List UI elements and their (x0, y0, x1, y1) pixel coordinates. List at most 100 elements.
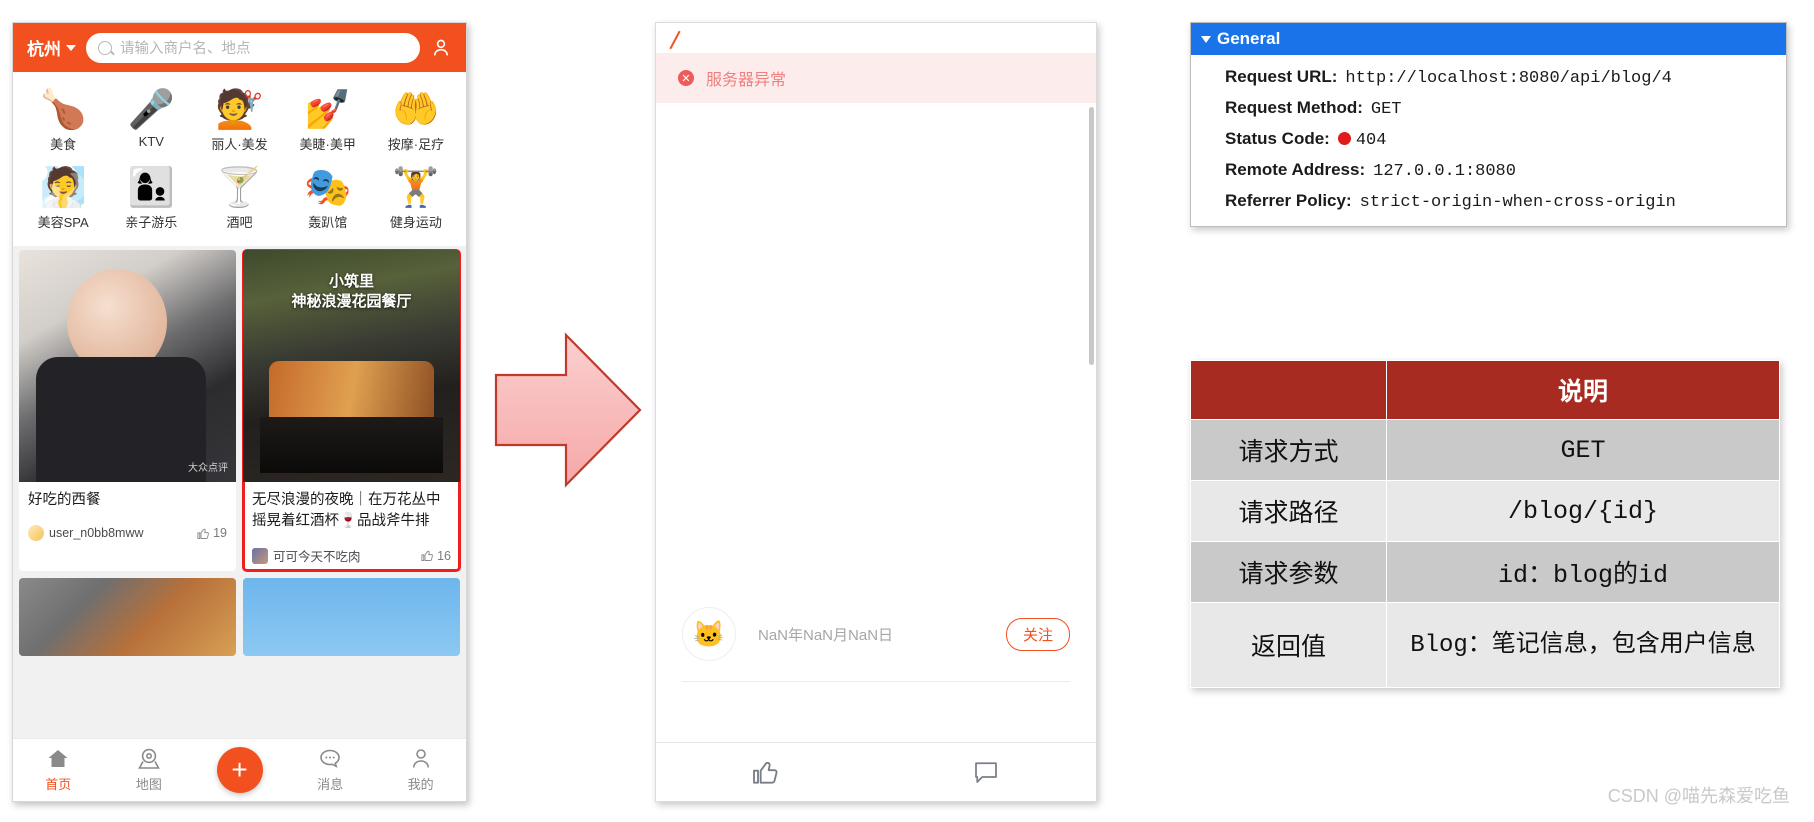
category-label: 轰趴馆 (308, 215, 348, 230)
map-pin-icon (138, 748, 160, 769)
table-header-left (1190, 360, 1387, 420)
tab-home[interactable]: 首页 (13, 747, 104, 793)
row-key-return: 返回值 (1190, 602, 1387, 688)
error-icon: ✕ (678, 70, 694, 86)
table-header-right: 说明 (1386, 360, 1780, 420)
search-input[interactable]: 请输入商户名、地点 (86, 32, 420, 63)
status-code-number: 404 (1355, 131, 1387, 150)
note-image: 小筑里 神秘浪漫花园餐厅 (243, 250, 460, 482)
csdn-watermark: CSDN @喵先森爱吃鱼 (1607, 786, 1790, 806)
tab-profile-label: 我的 (407, 777, 434, 792)
referrer-policy-key: Referrer Policy: (1225, 191, 1352, 210)
spa-icon: 🧖 (39, 167, 87, 209)
image-watermark: 大众点评 (188, 463, 228, 474)
category-item[interactable]: 🧖 美容SPA (19, 162, 107, 240)
note-feed: 大众点评 好吃的西餐 user_n0bb8mww 19 小筑里 神秘浪漫花园餐厅… (13, 246, 466, 738)
plus-icon: + (231, 754, 248, 785)
note-card-selected[interactable]: 小筑里 神秘浪漫花园餐厅 无尽浪漫的夜晚｜在万花丛中摇晃着红酒杯🍷品战斧牛排 可… (242, 249, 461, 572)
tab-profile[interactable]: 我的 (375, 747, 466, 793)
profile-icon[interactable] (430, 37, 452, 59)
note-meta: user_n0bb8mww 19 (28, 525, 227, 541)
table-row: 请求路径 /blog/{id} (1190, 480, 1780, 542)
avatar-emoji: 🐱 (692, 618, 726, 649)
food-icon: 🍗 (39, 89, 87, 131)
like-count[interactable]: 16 (420, 548, 451, 563)
panel-top-spacer (656, 23, 1096, 53)
nail-icon: 💅 (304, 89, 352, 131)
category-label: 按摩·足疗 (387, 137, 445, 152)
haircut-icon: 💇 (215, 89, 264, 131)
massage-icon: 🤲 (392, 89, 440, 131)
category-item[interactable]: 🍗 美食 (19, 84, 107, 162)
note-card-body: 好吃的西餐 user_n0bb8mww 19 (19, 482, 236, 547)
chat-icon (320, 749, 340, 768)
status-error-dot-icon (1337, 132, 1351, 145)
category-item[interactable]: 🎤 KTV (107, 84, 195, 162)
avatar[interactable]: 🐱 (682, 607, 736, 661)
general-row: Status Code: 404 (1191, 124, 1786, 155)
category-item[interactable]: 🤲 按摩·足疗 (372, 84, 460, 162)
category-item[interactable]: 💇 丽人·美发 (195, 84, 283, 162)
category-label: 美食 (50, 137, 77, 152)
follow-button[interactable]: 关注 (1005, 617, 1070, 651)
note-author: 可可今天不吃肉 (273, 550, 361, 564)
note-author-row: 🐱 NaN年NaN月NaN日 关注 (656, 588, 1096, 680)
general-header[interactable]: General (1191, 23, 1786, 55)
note-title: 好吃的西餐 (28, 492, 101, 508)
tab-map[interactable]: 地图 (104, 747, 195, 793)
category-label: 美容SPA (37, 215, 89, 230)
general-title: General (1217, 29, 1281, 48)
tab-messages[interactable]: 消息 (285, 747, 376, 793)
slash-mark-icon (669, 30, 681, 50)
general-row: Referrer Policy: strict-origin-when-cros… (1191, 186, 1786, 217)
chevron-down-icon (1201, 35, 1211, 43)
error-message: 服务器异常 (706, 72, 787, 89)
fitness-icon: 🏋 (392, 167, 440, 209)
note-date: NaN年NaN月NaN日 (758, 626, 894, 644)
row-value-params: id：blog的id (1386, 541, 1780, 603)
category-item[interactable]: 🎭 轰趴馆 (284, 162, 372, 240)
note-card-partial[interactable] (243, 578, 460, 656)
thumbs-up-icon (421, 550, 434, 561)
feed-row: 大众点评 好吃的西餐 user_n0bb8mww 19 小筑里 神秘浪漫花园餐厅… (19, 249, 461, 572)
row-key-method: 请求方式 (1190, 419, 1387, 481)
category-label: 美睫·美甲 (299, 137, 356, 152)
note-image-overlay: 小筑里 神秘浪漫花园餐厅 (243, 272, 460, 312)
category-item[interactable]: 🏋 健身运动 (372, 162, 460, 240)
divider (682, 681, 1070, 682)
note-action-bar (656, 742, 1096, 801)
thumbs-up-icon (197, 528, 210, 539)
table-header-row: 说明 (1190, 360, 1780, 420)
comment-button[interactable] (876, 757, 1096, 787)
note-card-body: 无尽浪漫的夜晚｜在万花丛中摇晃着红酒杯🍷品战斧牛排 可可今天不吃肉 16 (243, 482, 460, 571)
avatar (252, 547, 268, 564)
request-url-key: Request URL: (1225, 67, 1338, 86)
like-number: 16 (437, 548, 451, 563)
row-value-path: /blog/{id} (1386, 480, 1780, 542)
category-label: 丽人·美发 (211, 137, 268, 152)
mask-icon: 🎭 (304, 167, 352, 209)
note-card-partial[interactable] (19, 578, 236, 656)
category-item[interactable]: 👩‍👦 亲子游乐 (107, 162, 195, 240)
like-count[interactable]: 19 (196, 526, 227, 541)
city-selector[interactable]: 杭州 (27, 35, 76, 60)
table-row: 请求方式 GET (1190, 419, 1780, 481)
category-item[interactable]: 💅 美睫·美甲 (284, 84, 372, 162)
note-card[interactable]: 大众点评 好吃的西餐 user_n0bb8mww 19 (19, 250, 236, 571)
like-button[interactable] (656, 756, 876, 788)
family-icon: 👩‍👦 (127, 167, 175, 209)
bottom-tabbar: 首页 地图 消息 我的 + (13, 738, 466, 801)
create-note-button[interactable]: + (216, 747, 263, 793)
scrollbar-thumb[interactable] (1089, 107, 1094, 365)
general-row: Remote Address: 127.0.0.1:8080 (1191, 155, 1786, 186)
note-author: user_n0bb8mww (49, 526, 144, 540)
row-value-method: GET (1386, 419, 1780, 481)
tab-messages-label: 消息 (317, 777, 344, 792)
search-icon (98, 40, 112, 55)
category-label: 亲子游乐 (125, 215, 178, 230)
general-row: Request URL: http://localhost:8080/api/b… (1191, 62, 1786, 93)
request-url-value: http://localhost:8080/api/blog/4 (1345, 69, 1672, 88)
category-label: 健身运动 (389, 215, 442, 230)
category-item[interactable]: 🍸 酒吧 (195, 162, 283, 240)
table-row: 返回值 Blog：笔记信息，包含用户信息 (1190, 602, 1780, 688)
